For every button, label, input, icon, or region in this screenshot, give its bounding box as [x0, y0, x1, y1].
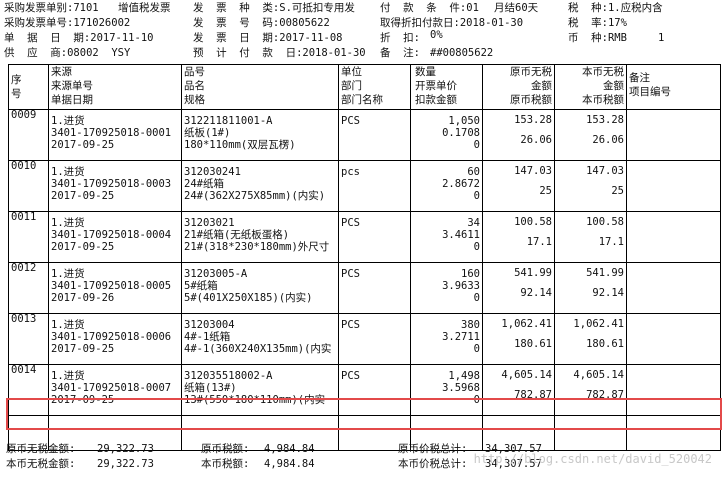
orig-tax-value: 4,984.84 — [264, 443, 315, 455]
document-date: 单 据 日 期:2017-11-10 — [4, 32, 154, 44]
col-item: 品号 品名 规格 — [181, 64, 339, 110]
row-memo — [626, 211, 721, 263]
row-unit: PCS — [338, 262, 411, 314]
orig-net-label: 原币无税金额: — [6, 443, 76, 455]
row-seq: 0011 — [8, 211, 49, 263]
invoice-code: 发 票 号 码:00805622 — [193, 17, 330, 29]
col-quantity: 数量 开票单价 扣款金额 — [410, 64, 483, 110]
highlight-box — [6, 398, 722, 430]
row-item: 31203004 4#-1纸箱 4#-1(360X240X135mm)(内实 — [181, 313, 339, 365]
row-seq: 0013 — [8, 313, 49, 365]
row-source: 1.进货 3401-170925018-0003 2017-09-25 — [48, 160, 182, 212]
col-orig-amount: 原币无税 金额 原币税额 — [482, 64, 555, 110]
row-seq: 0009 — [8, 109, 49, 161]
local-total-label: 本币价税总计: — [398, 458, 468, 470]
row-orig-amount: 153.28 26.06 — [482, 109, 555, 161]
row-unit: PCS — [338, 313, 411, 365]
row-quantity: 60 2.8672 0 — [410, 160, 483, 212]
row-item: 312030241 24#纸箱 24#(362X275X85mm)(内实) — [181, 160, 339, 212]
invoice-kind: 发 票 种 类:S.可抵扣专用发 — [193, 2, 355, 14]
col-unit: 单位 部门 部门名称 — [338, 64, 411, 110]
payment-terms: 付 款 条 件:01 — [380, 2, 479, 14]
table-row: 0011 1.进货 3401-170925018-0004 2017-09-25 3… — [8, 211, 721, 263]
vendor: 供 应 商:08002 YSY — [4, 47, 131, 59]
expected-pay-date: 预 计 付 款 日:2018-01-30 — [193, 47, 366, 59]
row-memo — [626, 160, 721, 212]
row-source: 1.进货 3401-170925018-0006 2017-09-25 — [48, 313, 182, 365]
row-orig-amount: 147.03 25 — [482, 160, 555, 212]
orig-net-value: 29,322.73 — [97, 443, 154, 455]
row-unit: PCS — [338, 109, 411, 161]
row-quantity: 34 3.4611 0 — [410, 211, 483, 263]
discount-value: 0% — [430, 29, 443, 41]
watermark: http://blog.csdn.net/david_520042 — [473, 452, 712, 466]
note-value: ##00805622 — [430, 47, 494, 59]
table-row: 0012 1.进货 3401-170925018-0005 2017-09-26 3… — [8, 262, 721, 314]
local-tax-label: 本币税额: — [201, 458, 250, 470]
col-seq: 序号 — [8, 64, 49, 110]
row-seq: 0012 — [8, 262, 49, 314]
table-row: 0010 1.进货 3401-170925018-0003 2017-09-25 3… — [8, 160, 721, 212]
row-source: 1.进货 3401-170925018-0001 2017-09-25 — [48, 109, 182, 161]
tax-rate: 税 率:17% — [568, 17, 627, 29]
invoice-type-name: 增值税发票 — [118, 2, 171, 14]
tax-type: 税 种:1.应税内含 — [568, 2, 663, 14]
invoice-type-code: 采购发票单别:7101 — [4, 2, 99, 14]
row-memo — [626, 109, 721, 161]
row-memo — [626, 262, 721, 314]
table-row: 0009 1.进货 3401-170925018-0001 2017-09-25 3… — [8, 109, 721, 161]
row-orig-amount: 100.58 17.1 — [482, 211, 555, 263]
col-local-amount: 本币无税 金额 本币税额 — [554, 64, 627, 110]
row-item: 312211811001-A 纸板(1#) 180*110mm(双层瓦楞) — [181, 109, 339, 161]
note-label: 备 注: — [380, 47, 420, 59]
currency: 币 种:RMB — [568, 32, 627, 44]
row-unit: pcs — [338, 160, 411, 212]
invoice-lines-table: 序号 来源 来源单号 单据日期 品号 品名 规格 单位 部门 部门名称 数量 开票单价 扣款金额… — [8, 64, 721, 451]
row-item: 31203005-A 5#纸箱 5#(401X250X185)(内实) — [181, 262, 339, 314]
row-seq: 0010 — [8, 160, 49, 212]
col-memo: 备注 项目编号 — [626, 64, 721, 110]
row-source: 1.进货 3401-170925018-0004 2017-09-25 — [48, 211, 182, 263]
table-header-row: 序号 来源 来源单号 单据日期 品号 品名 规格 单位 部门 部门名称 数量 开票单价 扣款金额… — [8, 64, 721, 110]
invoice-number: 采购发票单号:171026002 — [4, 17, 131, 29]
row-local-amount: 541.99 92.14 — [554, 262, 627, 314]
local-tax-value: 4,984.84 — [264, 458, 315, 470]
row-local-amount: 100.58 17.1 — [554, 211, 627, 263]
row-item: 31203021 21#纸箱(无纸板蛋格) 21#(318*230*180mm)外尺… — [181, 211, 339, 263]
row-local-amount: 147.03 25 — [554, 160, 627, 212]
discount-label: 折 扣: — [380, 32, 420, 44]
local-net-label: 本币无税金额: — [6, 458, 76, 470]
exchange-rate: 1 — [658, 32, 665, 44]
payment-terms-value: 月结60天 — [494, 2, 539, 14]
orig-total-label: 原币价税总计: — [398, 443, 468, 455]
discount-pay-date: 取得折扣付款日:2018-01-30 — [380, 17, 524, 29]
document-header: 采购发票单别:7101 增值税发票 发 票 种 类:S.可抵扣专用发 付 款 条… — [0, 0, 724, 64]
row-orig-amount: 541.99 92.14 — [482, 262, 555, 314]
row-local-amount: 153.28 26.06 — [554, 109, 627, 161]
orig-tax-label: 原币税额: — [201, 443, 250, 455]
local-net-value: 29,322.73 — [97, 458, 154, 470]
row-local-amount: 1,062.41 180.61 — [554, 313, 627, 365]
row-unit: PCS — [338, 211, 411, 263]
row-quantity: 380 3.2711 0 — [410, 313, 483, 365]
row-memo — [626, 313, 721, 365]
col-source: 来源 来源单号 单据日期 — [48, 64, 182, 110]
table-row: 0013 1.进货 3401-170925018-0006 2017-09-25 3… — [8, 313, 721, 365]
row-quantity: 160 3.9633 0 — [410, 262, 483, 314]
row-orig-amount: 1,062.41 180.61 — [482, 313, 555, 365]
invoice-date: 发 票 日 期:2017-11-08 — [193, 32, 343, 44]
row-source: 1.进货 3401-170925018-0005 2017-09-26 — [48, 262, 182, 314]
row-quantity: 1,050 0.1708 0 — [410, 109, 483, 161]
